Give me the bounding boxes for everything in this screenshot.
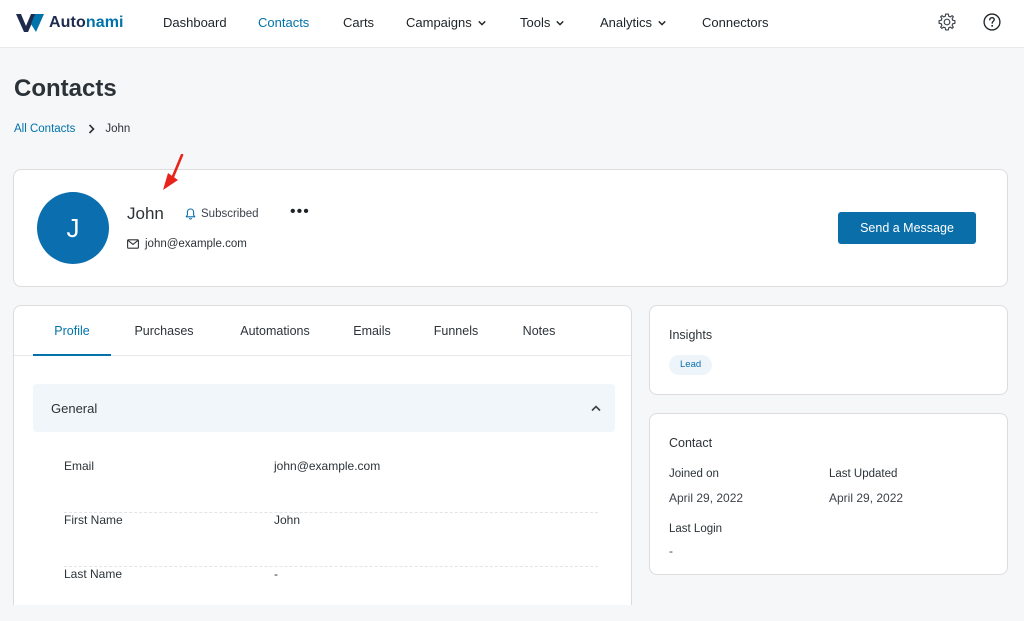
field-value: - <box>274 567 278 581</box>
field-label: Last Name <box>64 567 123 581</box>
tab-profile[interactable]: Profile <box>33 306 111 356</box>
field-label: First Name <box>64 513 123 527</box>
field-label: Email <box>64 459 95 473</box>
tab-bar: Profile Purchases Automations Emails Fun… <box>14 306 631 356</box>
contact-info-title: Contact <box>669 436 713 450</box>
status-label: Subscribed <box>201 208 259 220</box>
insights-card: Insights Lead <box>649 305 1008 395</box>
help-icon[interactable] <box>982 12 1002 32</box>
field-row-email: Email john@example.com <box>64 459 598 513</box>
contact-info-card: Contact Joined on April 29, 2022 Last Up… <box>649 413 1008 575</box>
tab-automations[interactable]: Automations <box>228 306 322 356</box>
nav-dashboard[interactable]: Dashboard <box>163 0 227 45</box>
nav-label: Connectors <box>702 15 769 30</box>
gear-icon[interactable] <box>937 12 957 32</box>
nav-label: Carts <box>343 15 375 30</box>
annotation-arrow-icon <box>163 154 184 190</box>
subscription-status: Subscribed <box>185 208 259 220</box>
section-title: General <box>51 400 98 416</box>
chevron-down-icon <box>658 20 666 26</box>
tab-emails[interactable]: Emails <box>345 306 399 356</box>
field-row-first-name: First Name John <box>64 513 598 567</box>
chevron-right-icon <box>89 124 95 134</box>
nav-carts[interactable]: Carts <box>343 0 374 45</box>
breadcrumb-all-contacts-link[interactable]: All Contacts <box>14 123 75 135</box>
nav-label: Analytics <box>600 15 653 30</box>
autonami-logo-icon <box>16 14 44 32</box>
app-logo[interactable]: Autonami <box>16 11 124 35</box>
last-updated-label: Last Updated <box>829 468 898 480</box>
nav-tools[interactable]: Tools <box>520 0 565 45</box>
bell-icon <box>185 208 196 220</box>
field-value: john@example.com <box>274 459 381 473</box>
chevron-down-icon <box>556 20 565 26</box>
nav-label: Campaigns <box>406 15 472 30</box>
nav-label: Dashboard <box>163 15 227 30</box>
email-text: john@example.com <box>145 238 247 250</box>
contact-email: john@example.com <box>127 238 247 250</box>
avatar: J <box>37 192 109 264</box>
breadcrumb-current: John <box>105 123 131 135</box>
contact-details-panel: Profile Purchases Automations Emails Fun… <box>13 305 632 605</box>
nav-label: Tools <box>520 15 551 30</box>
send-message-button[interactable]: Send a Message <box>838 212 976 244</box>
nav-contacts[interactable]: Contacts <box>258 0 309 45</box>
tab-funnels[interactable]: Funnels <box>425 306 487 356</box>
joined-on-label: Joined on <box>669 468 719 480</box>
last-login-label: Last Login <box>669 523 723 535</box>
envelope-icon <box>127 239 139 249</box>
insights-title: Insights <box>669 328 713 342</box>
breadcrumb: All Contacts John <box>14 123 130 135</box>
app-name: Autonami <box>49 14 124 31</box>
field-value: John <box>274 513 301 527</box>
general-section-header[interactable]: General <box>33 384 615 432</box>
nav-campaigns[interactable]: Campaigns <box>406 0 486 45</box>
last-login-value: - <box>669 544 673 558</box>
nav-analytics[interactable]: Analytics <box>600 0 666 45</box>
page-title: Contacts <box>14 75 117 102</box>
chevron-up-icon <box>591 404 601 411</box>
nav-label: Contacts <box>258 15 310 30</box>
last-updated-value: April 29, 2022 <box>829 491 904 505</box>
top-navigation-bar: Autonami Dashboard Contacts Carts Campai… <box>0 0 1024 48</box>
joined-on-value: April 29, 2022 <box>669 491 744 505</box>
tab-purchases[interactable]: Purchases <box>126 306 202 356</box>
contact-name: John <box>127 204 164 223</box>
tab-notes[interactable]: Notes <box>514 306 564 356</box>
field-row-last-name: Last Name - <box>64 567 598 621</box>
nav-connectors[interactable]: Connectors <box>702 0 768 45</box>
lead-badge: Lead <box>669 355 713 375</box>
more-options-icon[interactable]: ••• <box>290 204 310 220</box>
chevron-down-icon <box>478 20 486 26</box>
